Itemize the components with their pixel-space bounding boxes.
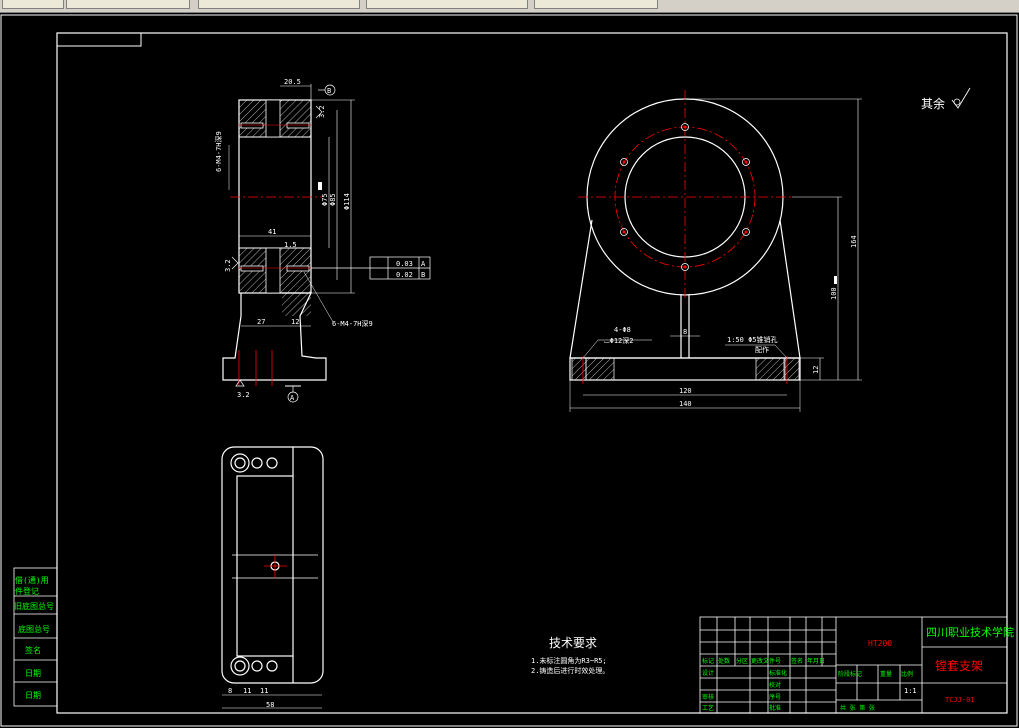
dim-phi114: Φ114 <box>343 193 351 210</box>
outer-border <box>0 14 1018 727</box>
tb-review: 审核 <box>702 693 714 701</box>
scale: 1:1 <box>904 687 917 695</box>
hole-note-left: 6-M4-7H深9 <box>214 131 223 172</box>
tb-seq: 序号 <box>769 693 781 701</box>
tb-check: 校对 <box>769 681 781 689</box>
datum-a-ref: A <box>421 260 426 268</box>
datum-b-ref: B <box>421 271 425 279</box>
dim-120: 120 <box>679 387 692 395</box>
top-view <box>221 446 324 709</box>
dim-27: 27 <box>257 318 265 326</box>
drawing-canvas[interactable]: 借(通)用 件登记 旧底图总号 底图总号 签名 日期 日期 20.5 41 1.… <box>0 12 1019 728</box>
tech-requirements: 技术要求 1.未标注圆角为R3~R5; 2.铸造后进行时效处理。 <box>531 636 609 675</box>
dim-phi75: Φ75 <box>321 193 329 206</box>
dim-100: 100 <box>830 287 838 300</box>
front-view <box>569 87 971 412</box>
dim-3-2-bottom: 3.2 <box>237 391 250 399</box>
part-name: 镗套支架 <box>935 659 983 673</box>
tech-line-2: 2.铸造后进行时效处理。 <box>531 666 609 675</box>
tb-ratio: 比例 <box>901 670 913 678</box>
dim-1-5: 1.5 <box>284 241 297 249</box>
tb-stage: 阶段标记 <box>838 670 862 678</box>
holes-note-2: ⌴Φ12深2 <box>604 336 633 345</box>
dim-8: 8 <box>683 328 687 336</box>
tb-date: 年月日 <box>807 657 825 665</box>
material: HT200 <box>868 639 892 648</box>
holes-note-1: 4-Φ8 <box>614 326 631 334</box>
cone-pin-note-2: 配作 <box>755 345 769 354</box>
tb-approve: 批准 <box>769 704 781 712</box>
side-label-6: 日期 <box>25 669 41 678</box>
tb-count: 处数 <box>718 657 730 665</box>
dim-3-2-left: 3.2 <box>224 259 232 272</box>
tolerance-1: 0.03 <box>396 260 413 268</box>
datum-b-symbol: B <box>327 87 331 95</box>
tech-line-1: 1.未标注圆角为R3~R5; <box>531 656 607 665</box>
cad-window: 借(通)用 件登记 旧底图总号 底图总号 签名 日期 日期 20.5 41 1.… <box>0 0 1019 728</box>
side-label-5: 签名 <box>25 645 41 655</box>
tb-process: 工艺 <box>702 704 714 712</box>
side-label-2: 件登记 <box>15 586 39 596</box>
tb-sheets: 共 张 第 张 <box>840 704 875 712</box>
corner-box <box>56 32 142 47</box>
side-label-7: 日期 <box>25 691 41 700</box>
tech-title: 技术要求 <box>549 636 597 650</box>
toolbar-tab-2[interactable] <box>66 0 190 9</box>
roughness-note: 其余 <box>921 96 945 111</box>
datum-a-symbol: A <box>290 394 295 402</box>
dim-12-base: 12 <box>812 366 820 374</box>
tb-change-doc: 更改文件号 <box>751 657 781 665</box>
tb-sign: 签名 <box>791 657 803 665</box>
dim-b8: 8 <box>228 687 232 695</box>
dim-20-5: 20.5 <box>284 78 301 86</box>
toolbar-tab-5[interactable] <box>534 0 658 9</box>
side-label-3: 旧底图总号 <box>14 601 54 611</box>
inner-border <box>56 32 1008 714</box>
dim-3-2-top: 3.2 <box>318 105 326 118</box>
section-view <box>222 84 431 403</box>
tolerance-2: 0.02 <box>396 271 413 279</box>
drawing-number: TCJJ-01 <box>945 696 975 704</box>
dim-b58: 58 <box>266 701 274 709</box>
cone-pin-note: 1:50 Φ5锥销孔 <box>727 335 778 344</box>
tb-weight: 重量 <box>880 670 892 678</box>
tb-zone: 分区 <box>736 657 748 665</box>
side-label-1: 借(通)用 <box>15 575 49 585</box>
dim-41: 41 <box>268 228 276 236</box>
toolbar-tab-3[interactable] <box>198 0 360 9</box>
tb-mark: 标记 <box>702 657 714 665</box>
dim-b11: 11 <box>243 687 251 695</box>
tb-design: 设计 <box>702 669 714 677</box>
dim-164: 164 <box>850 235 858 248</box>
tb-standard: 标准化 <box>769 669 787 677</box>
dim-b11b: 11 <box>260 687 268 695</box>
hole-note-bottom: 6-M4-7H深9 <box>332 319 373 328</box>
dim-140: 140 <box>679 400 692 408</box>
toolbar-tab-1[interactable] <box>2 0 64 9</box>
side-label-4: 底图总号 <box>18 624 50 634</box>
dim-12: 12 <box>291 318 299 326</box>
toolbar-tab-4[interactable] <box>366 0 528 9</box>
dim-phi85: Φ85 <box>329 193 337 206</box>
school-name: 四川职业技术学院 <box>926 625 1014 639</box>
